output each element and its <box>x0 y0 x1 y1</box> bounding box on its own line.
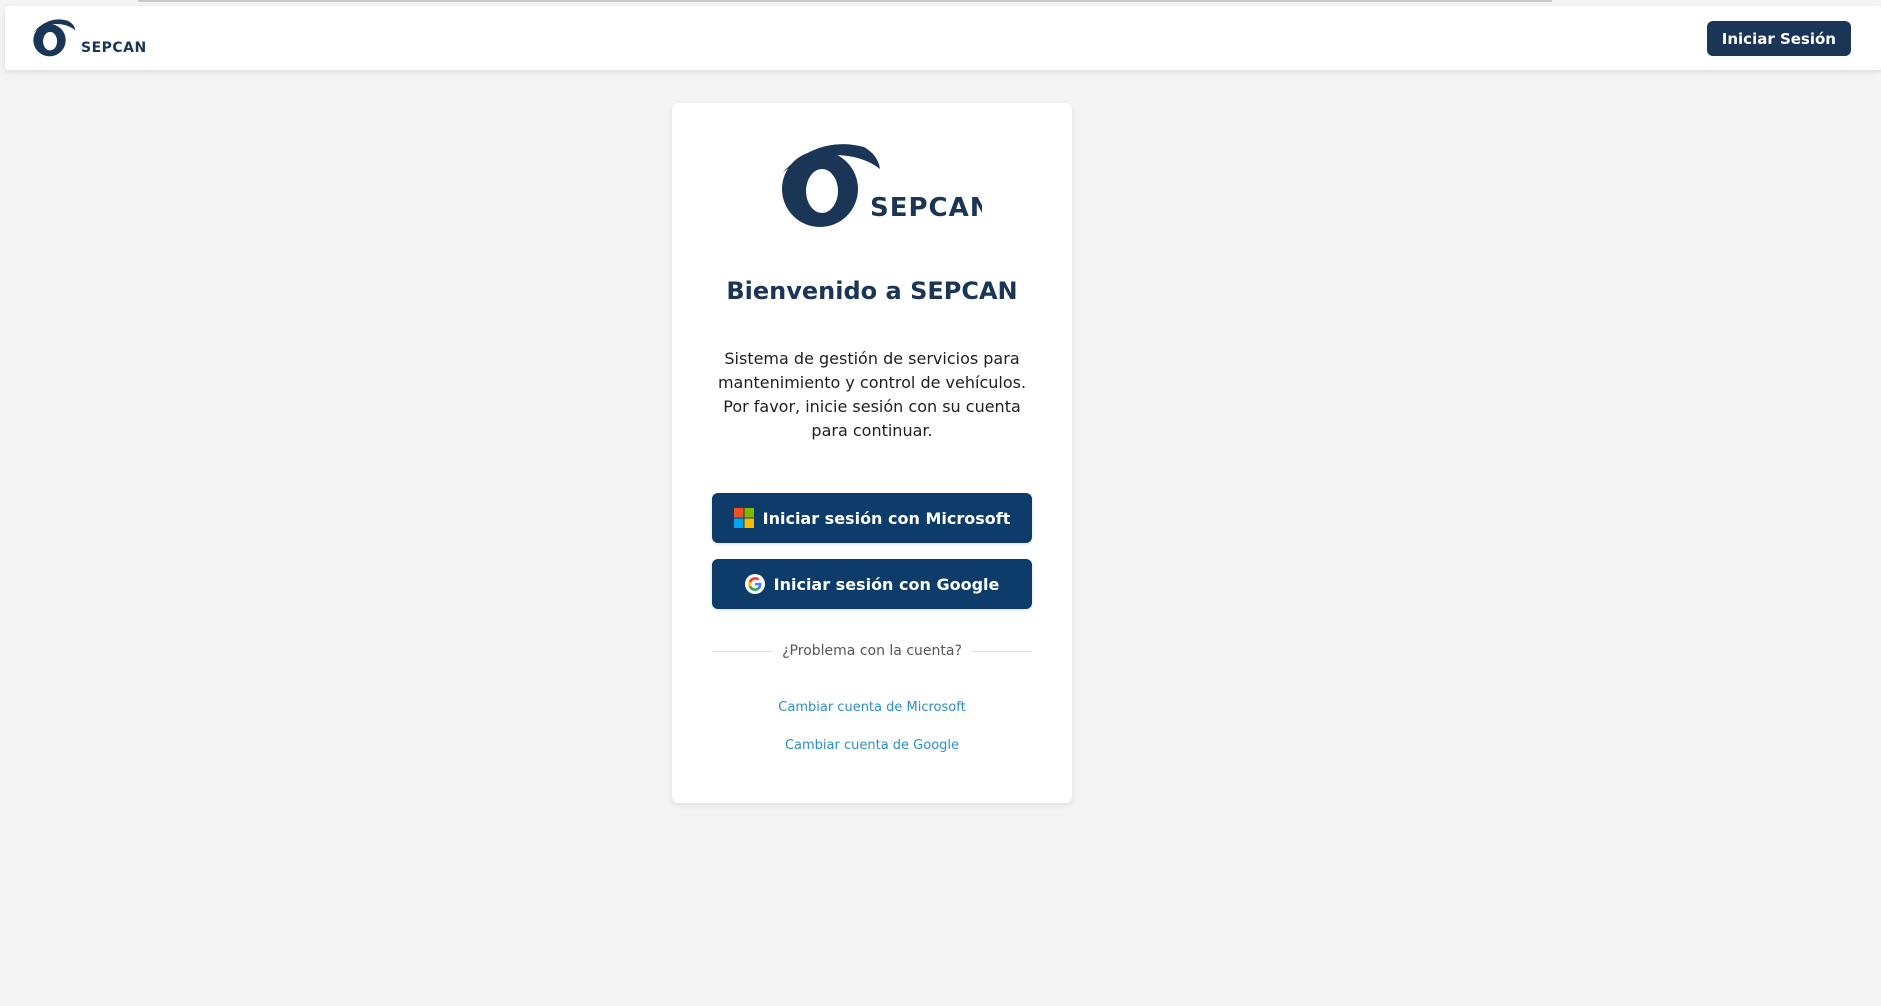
login-card: SEPCAN Bienvenido a SEPCAN Sistema de ge… <box>672 103 1072 803</box>
top-loading-line <box>138 0 1552 2</box>
sepcan-logo-icon <box>33 19 76 57</box>
navbar-login-button[interactable]: Iniciar Sesión <box>1706 21 1851 56</box>
navbar-logo-text: SEPCAN <box>81 40 147 56</box>
divider-line-right <box>971 650 1033 652</box>
switch-microsoft-account-link[interactable]: Cambiar cuenta de Microsoft <box>672 700 1072 715</box>
sepcan-logo-icon <box>782 144 880 227</box>
card-logo-text: SEPCAN <box>870 193 982 223</box>
google-login-label: Iniciar sesión con Google <box>773 574 1000 594</box>
welcome-description: Sistema de gestión de servicios para man… <box>717 349 1027 440</box>
microsoft-icon <box>733 508 754 528</box>
divider-line-left <box>712 650 773 652</box>
account-problem-divider: ¿Problema con la cuenta? <box>712 643 1033 659</box>
google-login-button[interactable]: Iniciar sesión con Google <box>712 559 1032 609</box>
microsoft-login-label: Iniciar sesión con Microsoft <box>762 508 1011 528</box>
switch-google-account-link[interactable]: Cambiar cuenta de Google <box>672 738 1072 753</box>
welcome-title: Bienvenido a SEPCAN <box>726 277 1018 305</box>
google-icon <box>744 574 765 594</box>
top-navbar: SEPCAN Iniciar Sesión <box>5 6 1881 70</box>
microsoft-login-button[interactable]: Iniciar sesión con Microsoft <box>712 493 1032 543</box>
sepcan-logo: SEPCAN <box>782 144 982 227</box>
navbar-logo[interactable]: SEPCAN <box>29 16 147 60</box>
account-problem-text: ¿Problema con la cuenta? <box>782 643 962 659</box>
